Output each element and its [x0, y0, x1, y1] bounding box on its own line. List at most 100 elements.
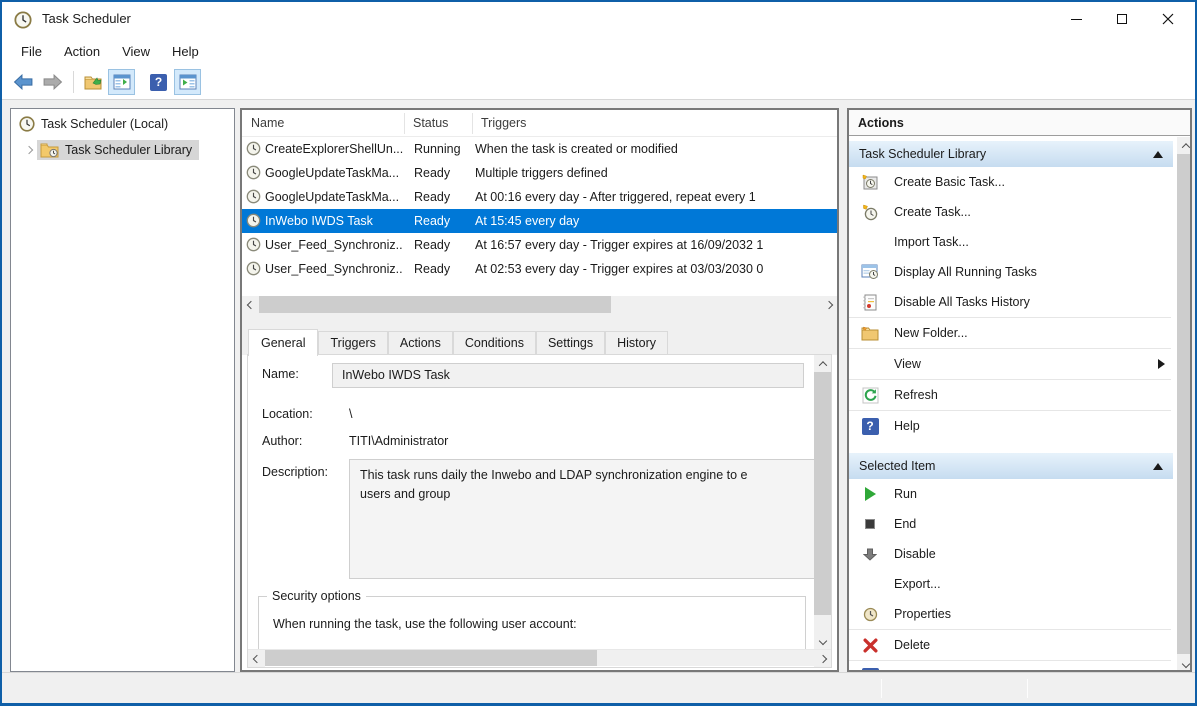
action-end[interactable]: End — [849, 509, 1173, 539]
task-scheduler-clock-icon — [14, 11, 32, 29]
task-row[interactable]: User_Feed_Synchroniz... Ready At 02:53 e… — [242, 257, 837, 281]
column-header-triggers[interactable]: Triggers — [472, 110, 837, 137]
action-pane-toggle-button[interactable] — [174, 69, 201, 95]
collapse-icon[interactable] — [1153, 151, 1163, 158]
close-button[interactable] — [1145, 2, 1191, 36]
action-import-task[interactable]: Import Task... — [849, 227, 1173, 257]
details-tabs-zone: General Triggers Actions Conditions Sett… — [242, 313, 837, 355]
action-refresh[interactable]: Refresh — [849, 380, 1173, 410]
window-title: Task Scheduler — [42, 11, 131, 26]
action-display-all-running-tasks[interactable]: Display All Running Tasks — [849, 257, 1173, 287]
task-status: Ready — [414, 161, 470, 185]
run-icon — [861, 485, 879, 503]
properties-clock-icon — [861, 605, 879, 623]
tab-settings[interactable]: Settings — [536, 331, 605, 355]
tab-actions[interactable]: Actions — [388, 331, 453, 355]
action-properties[interactable]: Properties — [849, 599, 1173, 629]
task-row[interactable]: GoogleUpdateTaskMa... Ready At 00:16 eve… — [242, 185, 837, 209]
actions-vscrollbar[interactable] — [1177, 137, 1192, 672]
column-header-status[interactable]: Status — [404, 110, 472, 137]
security-options-text: When running the task, use the following… — [273, 617, 577, 631]
action-label: Disable — [894, 547, 936, 561]
action-help[interactable]: ? Help — [849, 411, 1173, 441]
task-name: GoogleUpdateTaskMa... — [265, 185, 403, 209]
details-vscrollbar[interactable] — [814, 355, 831, 649]
export-list-button[interactable] — [79, 69, 106, 95]
hscroll-thumb[interactable] — [265, 650, 597, 666]
menu-help[interactable]: Help — [161, 40, 210, 63]
task-triggers: When the task is created or modified — [475, 137, 837, 161]
section-header-library[interactable]: Task Scheduler Library — [849, 141, 1173, 167]
tree-item-task-scheduler-library[interactable]: Task Scheduler Library — [11, 139, 234, 161]
tab-history[interactable]: History — [605, 331, 668, 355]
task-row[interactable]: GoogleUpdateTaskMa... Ready Multiple tri… — [242, 161, 837, 185]
action-create-basic-task[interactable]: Create Basic Task... — [849, 167, 1173, 197]
task-clock-icon — [246, 189, 261, 204]
details-hscrollbar[interactable] — [248, 649, 831, 666]
action-delete[interactable]: Delete — [849, 630, 1173, 660]
minimize-button[interactable] — [1053, 2, 1099, 36]
action-label: Create Task... — [894, 205, 971, 219]
action-disable[interactable]: Disable — [849, 539, 1173, 569]
general-tab-body: Name: InWebo IWDS Task Location: \ Autho… — [247, 354, 832, 668]
tree-root-label: Task Scheduler (Local) — [41, 117, 168, 131]
action-run[interactable]: Run — [849, 479, 1173, 509]
back-button[interactable] — [10, 69, 37, 95]
action-create-task[interactable]: Create Task... — [849, 197, 1173, 227]
task-name-input[interactable]: InWebo IWDS Task — [332, 363, 804, 388]
tab-general[interactable]: General — [248, 329, 318, 356]
scroll-left-icon[interactable] — [248, 650, 265, 667]
task-triggers: At 15:45 every day — [475, 209, 837, 233]
author-value: TITI\Administrator — [349, 434, 448, 448]
action-export[interactable]: Export... — [849, 569, 1173, 599]
scroll-up-icon[interactable] — [1177, 137, 1192, 154]
console-tree-toggle-button[interactable] — [108, 69, 135, 95]
task-list-panel: Name Status Triggers CreateExplorerShell… — [240, 108, 839, 672]
task-status: Ready — [414, 185, 470, 209]
statusbar — [2, 672, 1195, 703]
section-header-selected-item[interactable]: Selected Item — [849, 453, 1173, 479]
scroll-right-icon[interactable] — [814, 650, 831, 667]
expand-chevron-icon[interactable] — [21, 147, 37, 153]
list-header: Name Status Triggers — [242, 110, 837, 137]
action-help-selected[interactable]: ? Help — [849, 661, 1173, 670]
menu-action[interactable]: Action — [53, 40, 111, 63]
task-row-selected[interactable]: InWebo IWDS Task Ready At 15:45 every da… — [242, 209, 837, 233]
hscroll-thumb[interactable] — [259, 296, 611, 313]
task-list-hscrollbar[interactable] — [242, 296, 837, 313]
tree-item-task-scheduler-local[interactable]: Task Scheduler (Local) — [11, 113, 234, 135]
scroll-left-icon[interactable] — [242, 296, 259, 313]
scroll-right-icon[interactable] — [820, 296, 837, 313]
task-row[interactable]: CreateExplorerShellUn... Running When th… — [242, 137, 837, 161]
export-list-icon — [84, 74, 102, 90]
scroll-down-icon[interactable] — [1177, 655, 1192, 672]
maximize-button[interactable] — [1099, 2, 1145, 36]
scroll-up-icon[interactable] — [814, 355, 831, 372]
task-rows: CreateExplorerShellUn... Running When th… — [242, 137, 837, 281]
task-name: User_Feed_Synchroniz... — [265, 233, 403, 257]
task-triggers: At 00:16 every day - After triggered, re… — [475, 185, 837, 209]
help-button[interactable]: ? — [145, 69, 172, 95]
description-textarea[interactable]: This task runs daily the Inwebo and LDAP… — [349, 459, 831, 579]
tab-triggers[interactable]: Triggers — [318, 331, 387, 355]
action-view[interactable]: View — [849, 349, 1173, 379]
titlebar: Task Scheduler — [2, 2, 1195, 38]
vscroll-thumb[interactable] — [1177, 154, 1192, 654]
task-clock-icon — [246, 213, 261, 228]
menu-view[interactable]: View — [111, 40, 161, 63]
vscroll-thumb[interactable] — [814, 372, 831, 615]
scroll-down-icon[interactable] — [814, 632, 831, 649]
tab-conditions[interactable]: Conditions — [453, 331, 536, 355]
task-name: User_Feed_Synchroniz... — [265, 257, 403, 281]
task-status: Ready — [414, 233, 470, 257]
action-new-folder[interactable]: New Folder... — [849, 318, 1173, 348]
collapse-icon[interactable] — [1153, 463, 1163, 470]
help-icon: ? — [861, 417, 879, 435]
task-row[interactable]: User_Feed_Synchroniz... Ready At 16:57 e… — [242, 233, 837, 257]
column-header-name[interactable]: Name — [242, 110, 404, 137]
action-label: Import Task... — [894, 235, 969, 249]
forward-button[interactable] — [39, 69, 66, 95]
end-icon — [861, 515, 879, 533]
action-disable-all-tasks-history[interactable]: Disable All Tasks History — [849, 287, 1173, 317]
menu-file[interactable]: File — [10, 40, 53, 63]
